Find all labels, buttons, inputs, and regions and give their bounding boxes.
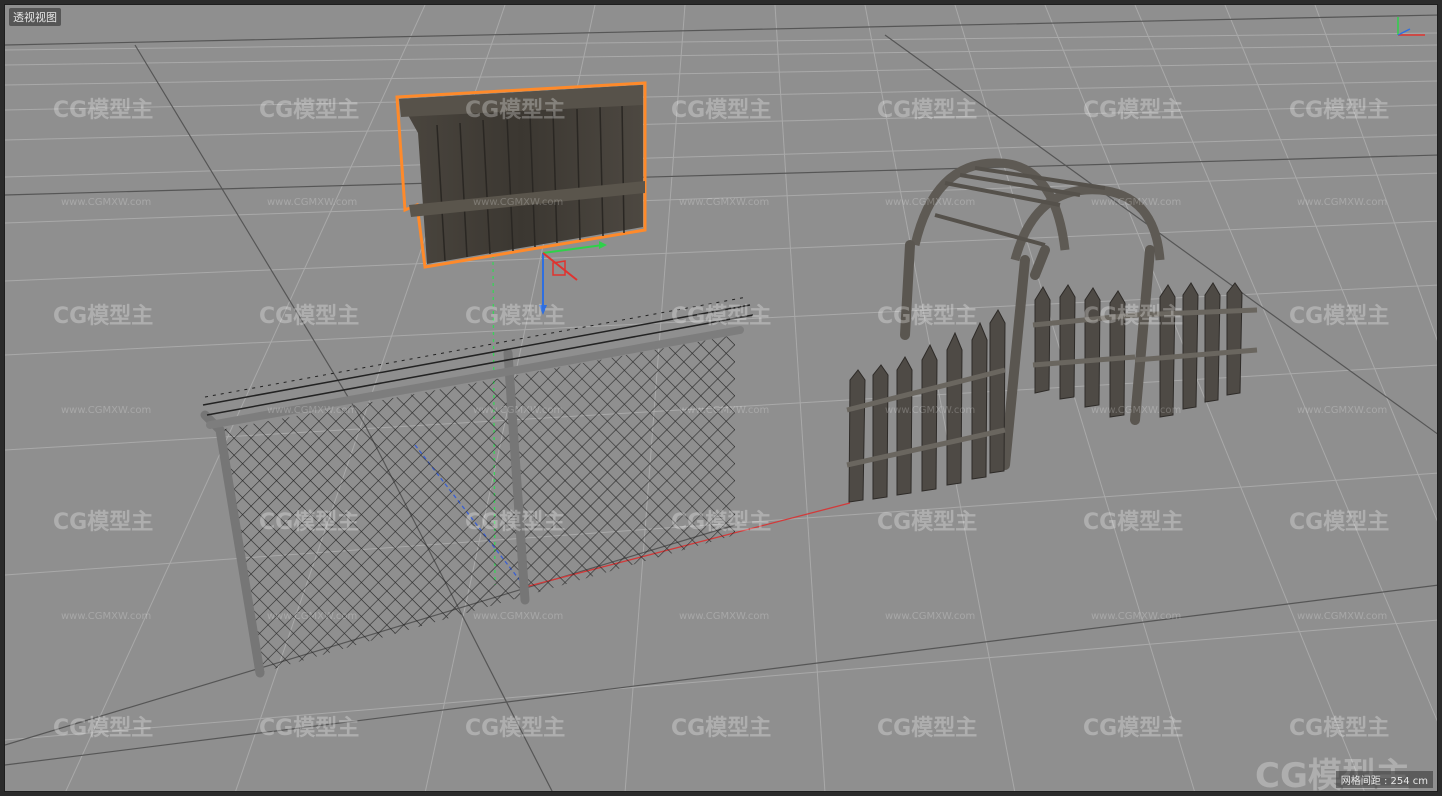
svg-text:www.CGMXW.com: www.CGMXW.com [679, 611, 769, 622]
svg-text:CG模型主: CG模型主 [671, 716, 771, 741]
svg-text:www.CGMXW.com: www.CGMXW.com [61, 197, 151, 208]
perspective-viewport[interactable]: CG模型主 CG模型主 CG模型主 CG模型主 CG模型主 CG模型主 CG模型… [4, 4, 1438, 792]
svg-text:www.CGMXW.com: www.CGMXW.com [267, 611, 357, 622]
svg-text:www.CGMXW.com: www.CGMXW.com [1091, 405, 1181, 416]
svg-text:CG模型主: CG模型主 [671, 510, 771, 535]
svg-text:www.CGMXW.com: www.CGMXW.com [679, 405, 769, 416]
svg-text:CG模型主: CG模型主 [671, 98, 771, 123]
svg-text:www.CGMXW.com: www.CGMXW.com [473, 405, 563, 416]
svg-text:CG模型主: CG模型主 [877, 716, 977, 741]
svg-text:www.CGMXW.com: www.CGMXW.com [885, 405, 975, 416]
svg-text:CG模型主: CG模型主 [671, 304, 771, 329]
svg-text:www.CGMXW.com: www.CGMXW.com [1297, 611, 1387, 622]
svg-text:CG模型主: CG模型主 [259, 510, 359, 535]
svg-text:www.CGMXW.com: www.CGMXW.com [885, 611, 975, 622]
svg-text:CG模型主: CG模型主 [259, 716, 359, 741]
svg-text:CG模型主: CG模型主 [1289, 304, 1389, 329]
svg-text:www.CGMXW.com: www.CGMXW.com [1297, 197, 1387, 208]
svg-text:CG模型主: CG模型主 [465, 716, 565, 741]
svg-text:CG模型主: CG模型主 [1289, 510, 1389, 535]
svg-text:CG模型主: CG模型主 [877, 304, 977, 329]
svg-text:CG模型主: CG模型主 [465, 304, 565, 329]
svg-text:www.CGMXW.com: www.CGMXW.com [473, 611, 563, 622]
svg-text:CG模型主: CG模型主 [877, 510, 977, 535]
svg-text:www.CGMXW.com: www.CGMXW.com [679, 197, 769, 208]
svg-text:www.CGMXW.com: www.CGMXW.com [1091, 197, 1181, 208]
svg-text:www.CGMXW.com: www.CGMXW.com [473, 197, 563, 208]
picket-fence-arch[interactable] [846, 158, 1258, 503]
svg-text:CG模型主: CG模型主 [259, 98, 359, 123]
svg-text:CG模型主: CG模型主 [53, 510, 153, 535]
svg-text:CG模型主: CG模型主 [53, 716, 153, 741]
svg-text:CG模型主: CG模型主 [1083, 510, 1183, 535]
svg-text:CG模型主: CG模型主 [1289, 716, 1389, 741]
grid-spacing-label: 网格间距 : 254 cm [1335, 771, 1433, 788]
svg-text:CG模型主: CG模型主 [53, 98, 153, 123]
svg-text:CG模型主: CG模型主 [259, 304, 359, 329]
svg-text:CG模型主: CG模型主 [465, 98, 565, 123]
svg-text:www.CGMXW.com: www.CGMXW.com [1091, 611, 1181, 622]
svg-text:CG模型主: CG模型主 [465, 510, 565, 535]
viewport-canvas[interactable]: CG模型主 CG模型主 CG模型主 CG模型主 CG模型主 CG模型主 CG模型… [5, 5, 1438, 792]
svg-text:www.CGMXW.com: www.CGMXW.com [61, 405, 151, 416]
svg-text:www.CGMXW.com: www.CGMXW.com [61, 611, 151, 622]
svg-text:www.CGMXW.com: www.CGMXW.com [1297, 405, 1387, 416]
svg-text:CG模型主: CG模型主 [53, 304, 153, 329]
svg-text:CG模型主: CG模型主 [1083, 716, 1183, 741]
svg-text:CG模型主: CG模型主 [1083, 304, 1183, 329]
svg-text:CG模型主: CG模型主 [1083, 98, 1183, 123]
orientation-axis-icon [1397, 17, 1425, 36]
svg-text:CG模型主: CG模型主 [877, 98, 977, 123]
viewport-title[interactable]: 透视视图 [9, 8, 61, 26]
svg-text:www.CGMXW.com: www.CGMXW.com [267, 197, 357, 208]
svg-text:CG模型主: CG模型主 [1289, 98, 1389, 123]
svg-text:www.CGMXW.com: www.CGMXW.com [267, 405, 357, 416]
svg-text:www.CGMXW.com: www.CGMXW.com [885, 197, 975, 208]
